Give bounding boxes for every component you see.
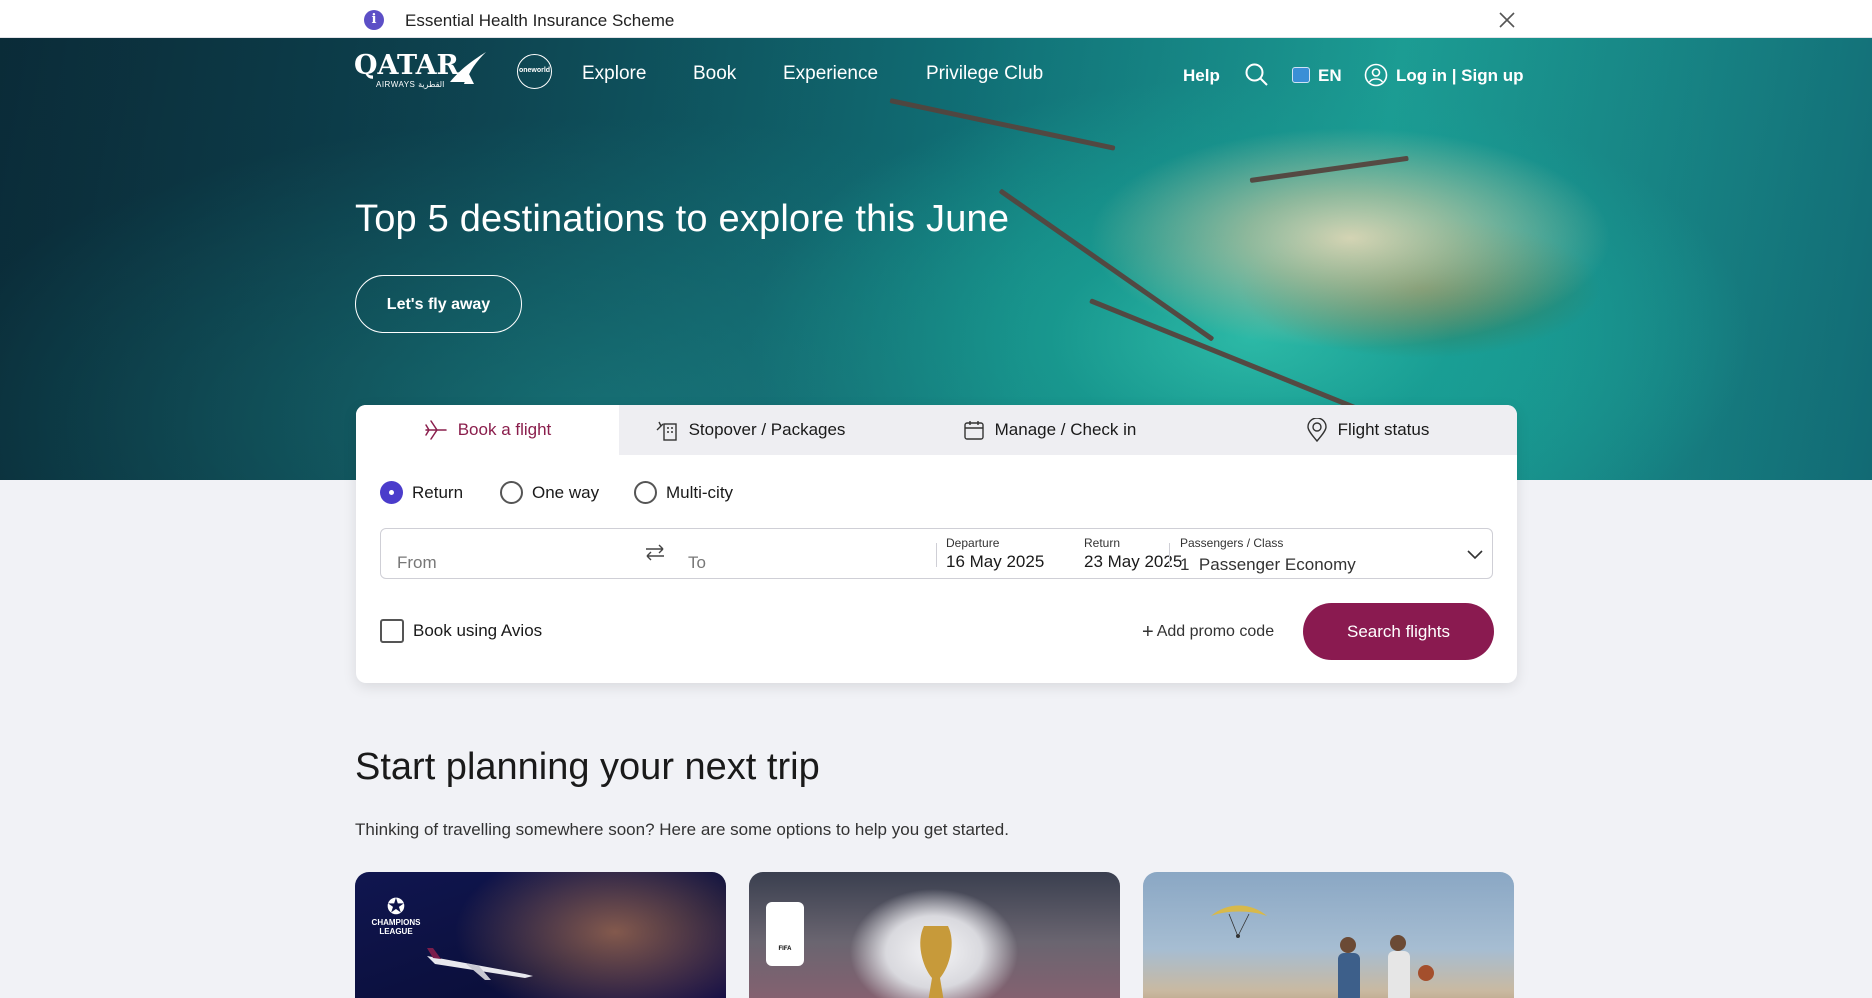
qatar-airways-logo[interactable]: QATAR AIRWAYS القطرية bbox=[354, 50, 459, 90]
tab-label: Flight status bbox=[1337, 420, 1430, 439]
checkbox-icon bbox=[380, 619, 404, 643]
logo-wordmark: QATAR bbox=[354, 50, 459, 81]
oryx-logo-icon bbox=[450, 52, 486, 84]
to-field[interactable]: To bbox=[688, 553, 706, 573]
booking-widget: Book a flight Stopover / Packages Manage… bbox=[356, 405, 1517, 683]
search-icon[interactable] bbox=[1244, 62, 1269, 87]
add-promo-code-link[interactable]: + Add promo code bbox=[1142, 621, 1275, 643]
departure-date-field[interactable]: 16 May 2025 bbox=[946, 552, 1044, 572]
nav-item-privilege-club[interactable]: Privilege Club bbox=[926, 63, 1043, 85]
close-icon[interactable] bbox=[1497, 10, 1517, 30]
nav-item-book[interactable]: Book bbox=[693, 63, 736, 85]
alert-text[interactable]: Essential Health Insurance Scheme bbox=[405, 11, 674, 31]
people-image bbox=[1338, 935, 1434, 998]
trophy-icon bbox=[920, 926, 952, 998]
field-divider bbox=[936, 543, 937, 567]
trip-type-multi-city[interactable]: Multi-city bbox=[634, 481, 733, 504]
radio-icon bbox=[500, 481, 523, 504]
tab-stopover-packages[interactable]: Stopover / Packages bbox=[619, 405, 881, 455]
radio-label: One way bbox=[532, 482, 600, 502]
airplane-image bbox=[427, 948, 533, 980]
tab-book-a-flight[interactable]: Book a flight bbox=[356, 405, 619, 455]
avios-label: Book using Avios bbox=[413, 621, 543, 640]
promo-label: Add promo code bbox=[1156, 623, 1275, 640]
return-date-field[interactable]: 23 May 2025 bbox=[1084, 552, 1182, 572]
nav-item-experience[interactable]: Experience bbox=[783, 63, 878, 85]
language-flag-icon[interactable] bbox=[1292, 67, 1310, 83]
tab-label: Stopover / Packages bbox=[688, 420, 846, 439]
chevron-down-icon[interactable] bbox=[1466, 547, 1484, 561]
fifa-badge: FIFA bbox=[766, 902, 804, 966]
location-pin-icon bbox=[1306, 418, 1327, 442]
trip-type-one-way[interactable]: One way bbox=[500, 481, 599, 504]
radio-label: Multi-city bbox=[666, 482, 734, 502]
tab-label: Book a flight bbox=[457, 420, 552, 439]
from-field[interactable]: From bbox=[397, 553, 437, 573]
return-label: Return bbox=[1084, 536, 1121, 550]
search-flights-button[interactable]: Search flights bbox=[1303, 603, 1494, 660]
promo-card-champions-league[interactable]: ✪ CHAMPIONS LEAGUE bbox=[355, 872, 726, 998]
champions-league-logo: ✪ CHAMPIONS LEAGUE bbox=[371, 894, 421, 937]
flight-search-fields: From To Departure 16 May 2025 Return 23 … bbox=[380, 528, 1493, 579]
passengers-class-field[interactable]: 1 Passenger Economy bbox=[1180, 555, 1356, 575]
radio-label: Return bbox=[412, 482, 464, 502]
hero-title: Top 5 destinations to explore this June bbox=[355, 198, 1010, 240]
plus-icon: + bbox=[1142, 621, 1154, 643]
hero-cta-button[interactable]: Let's fly away bbox=[355, 275, 522, 333]
user-icon[interactable] bbox=[1364, 63, 1388, 87]
passengers-label: Passengers / Class bbox=[1180, 536, 1284, 550]
tab-flight-status[interactable]: Flight status bbox=[1218, 405, 1517, 455]
promo-card-desert-adventure[interactable] bbox=[1143, 872, 1514, 998]
language-selector[interactable]: EN bbox=[1318, 66, 1342, 86]
radio-selected-icon bbox=[380, 481, 403, 504]
field-divider bbox=[1169, 543, 1170, 567]
promo-card-fifa-world-cup[interactable]: FIFA bbox=[749, 872, 1120, 998]
paraglider-image bbox=[1211, 905, 1267, 938]
section-title: Start planning your next trip bbox=[355, 746, 820, 788]
departure-label: Departure bbox=[946, 536, 1000, 550]
book-using-avios-checkbox[interactable]: Book using Avios bbox=[380, 619, 542, 643]
help-link[interactable]: Help bbox=[1183, 66, 1220, 86]
hotel-icon bbox=[656, 421, 677, 441]
radio-icon bbox=[634, 481, 657, 504]
plane-icon bbox=[424, 420, 447, 440]
oneworld-badge[interactable]: oneworld bbox=[517, 54, 552, 89]
main-navigation: QATAR AIRWAYS القطرية oneworld Explore B… bbox=[0, 38, 1872, 114]
nav-item-explore[interactable]: Explore bbox=[582, 63, 646, 85]
fifa-badge-text: FIFA bbox=[778, 946, 792, 952]
champions-league-badge-text: CHAMPIONS LEAGUE bbox=[371, 918, 421, 936]
info-icon: i bbox=[364, 10, 384, 30]
tab-label: Manage / Check in bbox=[994, 420, 1137, 439]
booking-tabs: Book a flight Stopover / Packages Manage… bbox=[356, 405, 1517, 455]
section-subtitle: Thinking of travelling somewhere soon? H… bbox=[355, 820, 1009, 839]
tab-manage-check-in[interactable]: Manage / Check in bbox=[881, 405, 1218, 455]
trip-type-return[interactable]: Return bbox=[380, 481, 463, 504]
calendar-icon bbox=[963, 421, 984, 440]
alert-bar: i Essential Health Insurance Scheme bbox=[0, 0, 1872, 38]
swap-icon[interactable] bbox=[644, 542, 666, 564]
login-signup-link[interactable]: Log in | Sign up bbox=[1396, 66, 1524, 86]
